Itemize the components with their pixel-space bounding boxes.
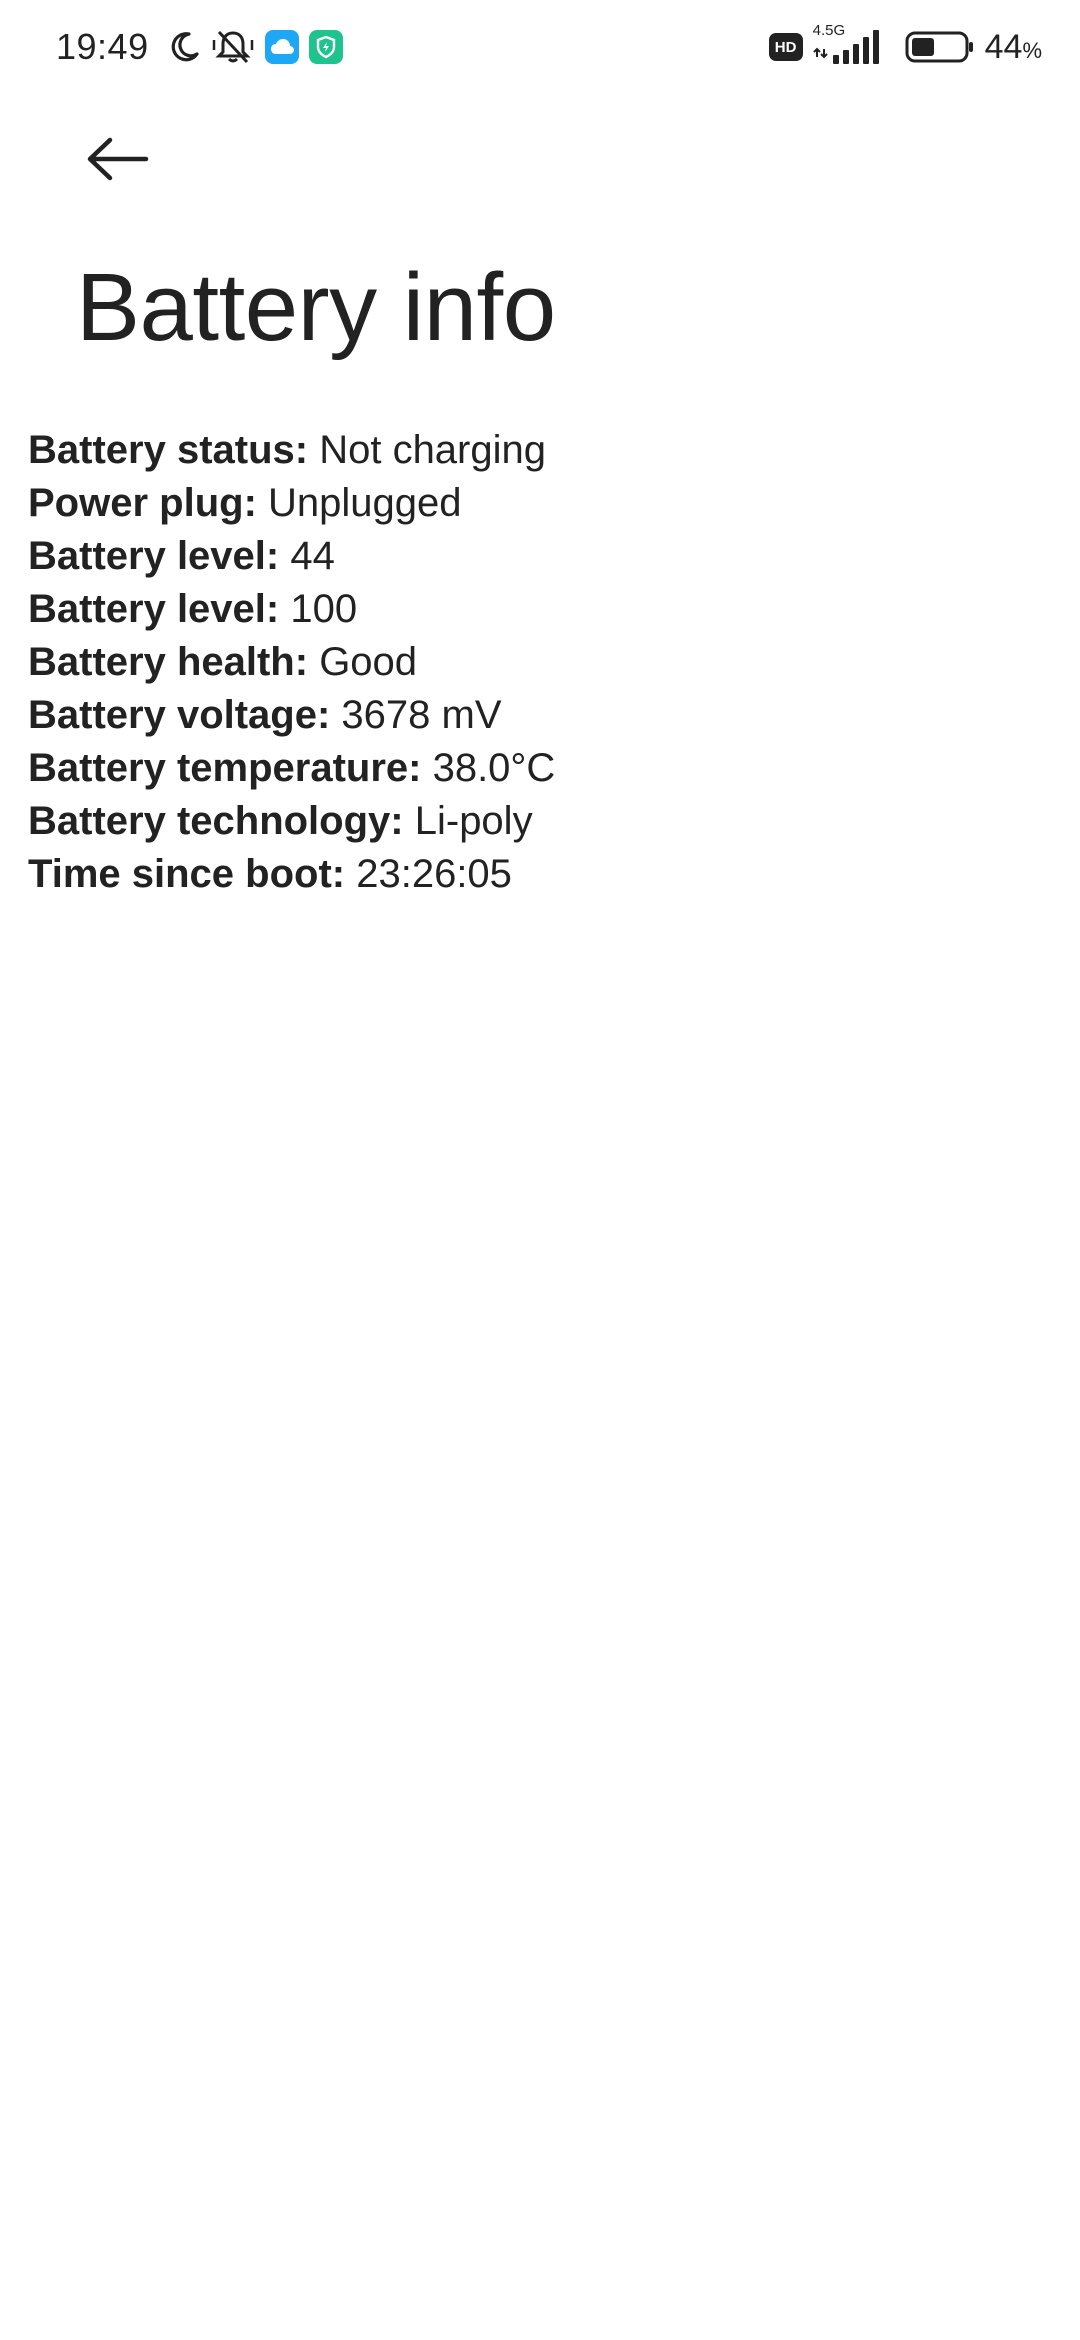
info-value: 23:26:05 bbox=[356, 852, 512, 896]
info-row-battery-technology: Battery technology: Li-poly bbox=[28, 795, 555, 848]
battery-info-list: Battery status: Not charging Power plug:… bbox=[28, 424, 555, 901]
info-value: Li-poly bbox=[414, 799, 533, 843]
status-bar-right: HD 4.5G 44% bbox=[768, 22, 1042, 72]
info-label: Battery voltage bbox=[28, 693, 317, 737]
info-value: 38.0°C bbox=[432, 746, 556, 790]
info-label: Battery temperature bbox=[28, 746, 409, 790]
info-separator: : bbox=[265, 534, 291, 578]
info-label: Battery health bbox=[28, 640, 295, 684]
info-value: Not charging bbox=[319, 428, 546, 472]
mute-bell-icon bbox=[211, 28, 255, 66]
battery-percent: 44% bbox=[985, 28, 1042, 67]
info-row-battery-status: Battery status: Not charging bbox=[28, 424, 555, 477]
info-value: 100 bbox=[290, 587, 358, 631]
info-value: Unplugged bbox=[268, 481, 462, 525]
info-separator: : bbox=[331, 852, 357, 896]
info-row-power-plug: Power plug: Unplugged bbox=[28, 477, 555, 530]
status-bar-left: 19:49 bbox=[56, 22, 343, 72]
hd-icon: HD bbox=[768, 33, 803, 61]
status-bar: 19:49 HD 4.5G 44% bbox=[0, 0, 1080, 96]
status-time: 19:49 bbox=[56, 26, 149, 67]
info-label: Battery level bbox=[28, 534, 266, 578]
info-row-battery-voltage: Battery voltage: 3678 mV bbox=[28, 689, 555, 742]
battery-percent-value: 44 bbox=[984, 27, 1023, 66]
info-value: Good bbox=[319, 640, 418, 684]
back-button[interactable] bbox=[76, 124, 160, 194]
info-separator: : bbox=[390, 799, 415, 843]
page-title: Battery info bbox=[76, 254, 556, 361]
info-row-battery-level: Battery level: 44 bbox=[28, 530, 555, 583]
info-label: Battery level bbox=[28, 587, 266, 631]
info-row-battery-health: Battery health: Good bbox=[28, 636, 555, 689]
info-label: Battery status bbox=[28, 428, 295, 472]
info-separator: : bbox=[408, 746, 433, 790]
info-label: Battery technology bbox=[28, 799, 391, 843]
arrow-left-icon bbox=[87, 137, 149, 181]
info-separator: : bbox=[265, 587, 291, 631]
info-row-battery-scale: Battery level: 100 bbox=[28, 583, 555, 636]
info-label: Time since boot bbox=[28, 852, 332, 896]
security-app-icon bbox=[308, 30, 343, 64]
info-value: 44 bbox=[290, 534, 335, 578]
info-row-battery-temperature: Battery temperature: 38.0°C bbox=[28, 742, 555, 795]
battery-percent-sign: % bbox=[1022, 37, 1042, 63]
info-separator: : bbox=[243, 481, 269, 525]
info-separator: : bbox=[294, 640, 320, 684]
moon-icon bbox=[167, 30, 201, 64]
info-separator: : bbox=[316, 693, 342, 737]
signal-icon: 4.5G bbox=[813, 23, 881, 67]
info-label: Power plug bbox=[28, 481, 244, 525]
info-separator: : bbox=[294, 428, 320, 472]
info-value: 3678 mV bbox=[341, 693, 502, 737]
cloud-app-icon bbox=[264, 30, 299, 64]
info-row-time-since-boot: Time since boot: 23:26:05 bbox=[28, 848, 555, 901]
battery-icon bbox=[905, 30, 975, 64]
